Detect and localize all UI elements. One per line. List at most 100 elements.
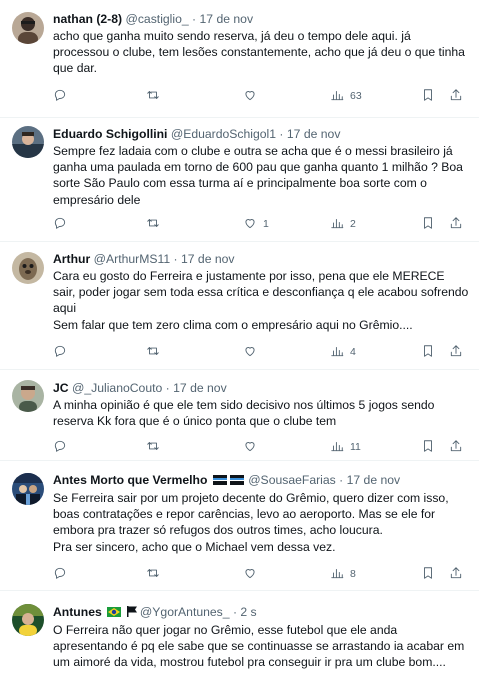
retweet-button[interactable]: [146, 343, 166, 361]
display-name[interactable]: JC: [53, 381, 69, 395]
tweet[interactable]: JC @_JulianoCouto · 17 de nov A minha op…: [0, 370, 479, 461]
tweet-paragraph: Se Ferreira sair por um projeto decente …: [53, 491, 449, 538]
user-handle[interactable]: @SousaeFarias: [248, 473, 336, 487]
reply-icon: [53, 344, 67, 361]
tweet-header: JC @_JulianoCouto · 17 de nov: [53, 380, 469, 396]
share-button[interactable]: [449, 215, 463, 233]
separator-dot: ·: [339, 473, 344, 487]
user-handle[interactable]: @EduardoSchigol1: [171, 127, 276, 141]
retweet-button[interactable]: [146, 565, 166, 583]
like-button[interactable]: 1: [243, 215, 269, 233]
tweet-text: acho que ganha muito sendo reserva, já d…: [53, 28, 469, 77]
tweet-paragraph: Sem falar que tem zero clima com o empre…: [53, 317, 413, 332]
like-icon: [243, 566, 257, 583]
tweet-text: Se Ferreira sair por um projeto decente …: [53, 490, 469, 555]
like-button[interactable]: [243, 343, 263, 361]
bookmark-button[interactable]: [421, 565, 435, 583]
views-icon: [330, 439, 344, 456]
like-count: 1: [263, 218, 269, 230]
share-button[interactable]: [449, 87, 463, 105]
display-name[interactable]: nathan (2-8): [53, 12, 122, 26]
retweet-icon: [146, 439, 160, 456]
reply-button[interactable]: [53, 565, 73, 583]
tweet-paragraph: Pra ser sincero, acho que o Michael vem …: [53, 539, 336, 554]
views-count: 8: [350, 568, 356, 580]
timestamp[interactable]: 17 de nov: [181, 252, 235, 266]
avatar[interactable]: [12, 252, 44, 284]
tweet-text: Sempre fez ladaia com o clube e outra se…: [53, 143, 469, 208]
avatar[interactable]: [12, 12, 44, 44]
timestamp[interactable]: 17 de nov: [347, 473, 401, 487]
tweet-paragraph: acho que ganha muito sendo reserva, já d…: [53, 29, 465, 76]
like-icon: [243, 344, 257, 361]
separator-dot: ·: [192, 12, 197, 26]
bookmark-icon: [421, 566, 435, 583]
user-handle[interactable]: @ArthurMS11: [94, 252, 171, 266]
bookmark-button[interactable]: [421, 87, 435, 105]
display-name[interactable]: Antes Morto que Vermelho: [53, 473, 207, 487]
display-name[interactable]: Arthur: [53, 252, 90, 266]
like-button[interactable]: [243, 87, 263, 105]
share-button[interactable]: [449, 343, 463, 361]
views-button[interactable]: 11: [330, 438, 361, 456]
share-icon: [449, 216, 463, 233]
avatar[interactable]: [12, 126, 44, 158]
timestamp[interactable]: 2 s: [240, 605, 256, 619]
reply-button[interactable]: [53, 438, 73, 456]
user-handle[interactable]: @castiglio_: [125, 12, 188, 26]
share-button[interactable]: [449, 565, 463, 583]
retweet-button[interactable]: [146, 215, 166, 233]
user-handle[interactable]: @YgorAntunes_: [140, 605, 230, 619]
tweet[interactable]: Arthur @ArthurMS11 · 17 de nov Cara eu g…: [0, 242, 479, 370]
like-button[interactable]: [243, 565, 263, 583]
avatar[interactable]: [12, 380, 44, 412]
reply-button[interactable]: [53, 215, 73, 233]
display-name[interactable]: Antunes: [53, 605, 102, 619]
retweet-button[interactable]: [146, 87, 166, 105]
retweet-button[interactable]: [146, 438, 166, 456]
reply-button[interactable]: [53, 343, 73, 361]
tweet-actions: 1 2: [53, 215, 468, 233]
tweet[interactable]: nathan (2-8) @castiglio_ · 17 de nov ach…: [0, 0, 479, 118]
bookmark-button[interactable]: [421, 343, 435, 361]
retweet-icon: [146, 344, 160, 361]
bookmark-button[interactable]: [421, 215, 435, 233]
tweet-actions: 8: [53, 565, 468, 583]
tweet-header: Arthur @ArthurMS11 · 17 de nov: [53, 251, 469, 267]
black-flag-icon: [126, 605, 137, 621]
share-icon: [449, 439, 463, 456]
tweet-header: Antes Morto que Vermelho @SousaeFarias ·…: [53, 472, 469, 489]
separator-dot: ·: [232, 605, 237, 619]
views-button[interactable]: 2: [330, 215, 356, 233]
share-icon: [449, 566, 463, 583]
tweet-actions: 4: [53, 343, 468, 361]
timestamp[interactable]: 17 de nov: [287, 127, 341, 141]
avatar[interactable]: [12, 473, 44, 505]
tweet-paragraph: Sempre fez ladaia com o clube e outra se…: [53, 144, 463, 207]
bookmark-icon: [421, 439, 435, 456]
tweet[interactable]: Antunes @YgorAntunes_ · 2 s O Ferreira n…: [0, 591, 479, 689]
views-icon: [330, 566, 344, 583]
views-button[interactable]: 4: [330, 343, 356, 361]
views-icon: [330, 344, 344, 361]
avatar[interactable]: [12, 604, 44, 636]
views-button[interactable]: 63: [330, 87, 362, 105]
timestamp[interactable]: 17 de nov: [173, 381, 227, 395]
views-button[interactable]: 8: [330, 565, 356, 583]
like-icon: [243, 216, 257, 233]
reply-icon: [53, 566, 67, 583]
flag-brazil-icon: [107, 605, 122, 621]
reply-button[interactable]: [53, 87, 73, 105]
share-icon: [449, 88, 463, 105]
reply-icon: [53, 439, 67, 456]
user-handle[interactable]: @_JulianoCouto: [72, 381, 162, 395]
tweet[interactable]: Eduardo Schigollini @EduardoSchigol1 · 1…: [0, 118, 479, 242]
like-button[interactable]: [243, 438, 263, 456]
tweet[interactable]: Antes Morto que Vermelho @SousaeFarias ·…: [0, 461, 479, 591]
share-button[interactable]: [449, 438, 463, 456]
views-count: 11: [350, 441, 361, 453]
tweet-actions: 11: [53, 438, 468, 456]
display-name[interactable]: Eduardo Schigollini: [53, 127, 167, 141]
timestamp[interactable]: 17 de nov: [200, 12, 254, 26]
bookmark-button[interactable]: [421, 438, 435, 456]
